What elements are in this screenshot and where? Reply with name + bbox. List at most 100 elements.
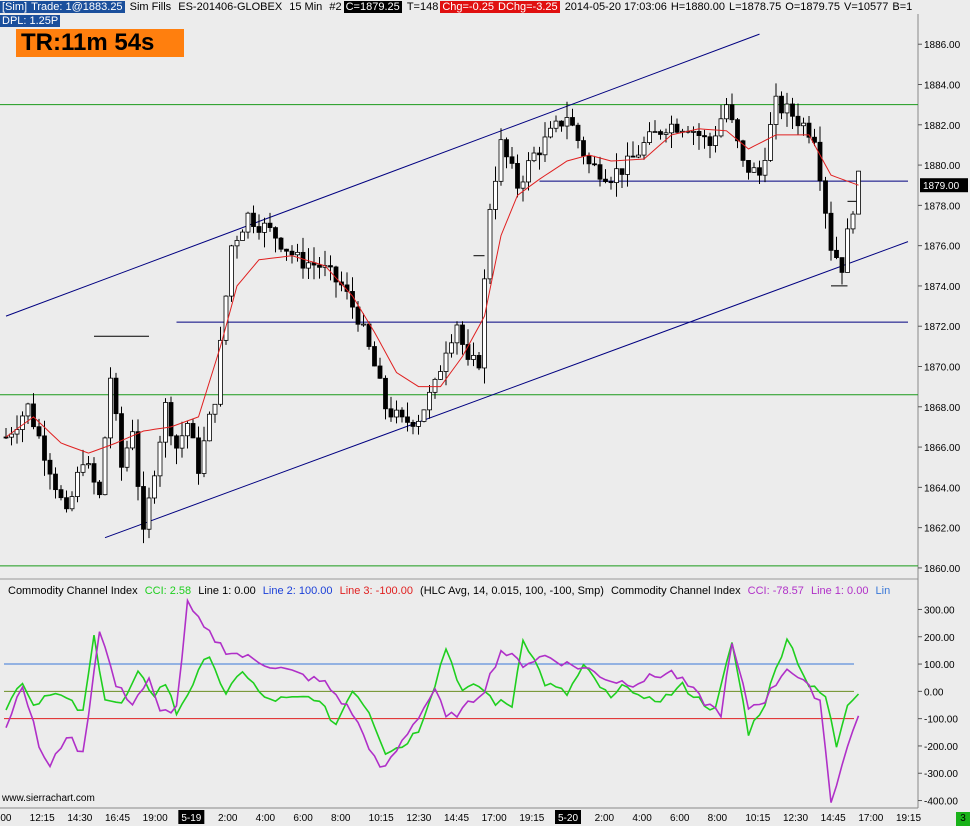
candle-body (157, 441, 163, 477)
x-tick-label: 14:30 (67, 813, 92, 824)
cci-legend: Commodity Channel Index CCI: 2.58 Line 1… (8, 585, 894, 597)
candle-body (564, 117, 570, 127)
candle-body (53, 473, 58, 491)
candle-body (399, 409, 405, 418)
candle-body (152, 475, 157, 499)
candle-body (597, 164, 603, 180)
candle-body (531, 152, 537, 162)
candle-body (355, 306, 361, 325)
x-tick-label: 2:00 (595, 813, 615, 824)
candle-body (80, 464, 86, 473)
candle-body (504, 139, 509, 158)
x-tick-label: 10:15 (745, 813, 770, 824)
x-tick-label: 2:00 (218, 813, 238, 824)
candle-body (674, 123, 680, 133)
candle-body (575, 124, 581, 141)
candle-body (300, 251, 306, 269)
candle-body (586, 155, 592, 165)
candle-body (394, 409, 399, 418)
candle-body (482, 278, 487, 369)
candle-body (262, 222, 267, 233)
candle-body (718, 118, 724, 137)
candle-body (509, 156, 515, 164)
price-tick-label: 1884.00 (924, 81, 961, 92)
status-badge[interactable]: 3 (956, 812, 970, 826)
candle-body (278, 237, 284, 250)
candle-body (361, 323, 366, 326)
candle-body (58, 489, 64, 499)
candle-body (498, 139, 504, 182)
candle-body (702, 135, 707, 138)
candle-body (179, 435, 185, 449)
candle-body (75, 471, 80, 497)
candle-body (608, 181, 614, 184)
candle-body (229, 245, 234, 297)
candle-body (234, 240, 240, 247)
candle-body (817, 141, 823, 182)
candle-body (317, 264, 322, 268)
tick-count: T=148 (406, 1, 439, 13)
candle-body (69, 496, 75, 510)
candle-body (146, 497, 152, 530)
candle-body (526, 160, 531, 183)
candle-body (432, 378, 438, 393)
candle-body (641, 142, 647, 156)
candle-body (383, 377, 388, 410)
cci-line2: Line 2: 100.00 (262, 585, 333, 597)
x-tick-label: 17:00 (858, 813, 883, 824)
volume-value: V=10577 (844, 1, 889, 13)
candle-body (443, 352, 449, 372)
candle-body (795, 115, 801, 127)
candle-body (135, 431, 141, 487)
candle-body (713, 135, 718, 146)
x-tick-label: 10:15 (369, 813, 394, 824)
x-tick-label: 14:45 (821, 813, 846, 824)
price-tick-label: 1868.00 (924, 403, 961, 414)
chart-number: #2 (329, 1, 342, 13)
price-tick-label: 1864.00 (924, 483, 961, 494)
candle-body (196, 437, 201, 474)
candle-body (614, 168, 619, 184)
candle-body (130, 431, 135, 449)
cci-tick-label: 300.00 (924, 605, 955, 616)
cci-tick-label: -100.00 (924, 715, 958, 726)
price-tick-label: 1870.00 (924, 363, 961, 374)
candle-body (625, 155, 630, 175)
candle-body (212, 403, 218, 415)
x-tick-label: 6:00 (670, 813, 690, 824)
price-tick-label: 1872.00 (924, 322, 961, 333)
x-tick-label: 5-19 (181, 813, 201, 824)
candle-body (366, 323, 372, 347)
candle-body (64, 497, 69, 510)
candle-body (328, 265, 333, 268)
candle-body (707, 136, 713, 146)
candle-body (388, 408, 394, 418)
candle-body (603, 178, 608, 183)
candle-body (251, 212, 256, 227)
price-tick-label: 1882.00 (924, 121, 961, 132)
cci-tick-label: 100.00 (924, 660, 955, 671)
price-chart: 1860.00 1862.00 1864.00 1866.00 1868.00 1870.… (0, 0, 970, 826)
candle-body (834, 249, 839, 258)
candle-body (113, 377, 119, 415)
candle-body (460, 324, 465, 345)
candle-body (696, 131, 702, 136)
candle-body (476, 354, 482, 369)
cci-name: Commodity Channel Index (8, 585, 138, 597)
watermark: www.sierrachart.com (2, 793, 95, 804)
candle-body (850, 213, 856, 230)
candle-body (658, 131, 663, 135)
candle-body (405, 416, 410, 423)
x-tick-label: 17:00 (482, 813, 507, 824)
candle-body (245, 212, 251, 233)
chart-background (0, 0, 970, 826)
b-value: B=1 (892, 1, 913, 13)
candle-body (493, 180, 498, 210)
candle-body (735, 119, 740, 142)
candle-body (471, 354, 476, 360)
candle-body (630, 155, 636, 158)
candle-body (790, 103, 795, 117)
candle-body (845, 228, 850, 273)
price-tick-label: 1874.00 (924, 282, 961, 293)
x-tick-label: 19:15 (519, 813, 544, 824)
